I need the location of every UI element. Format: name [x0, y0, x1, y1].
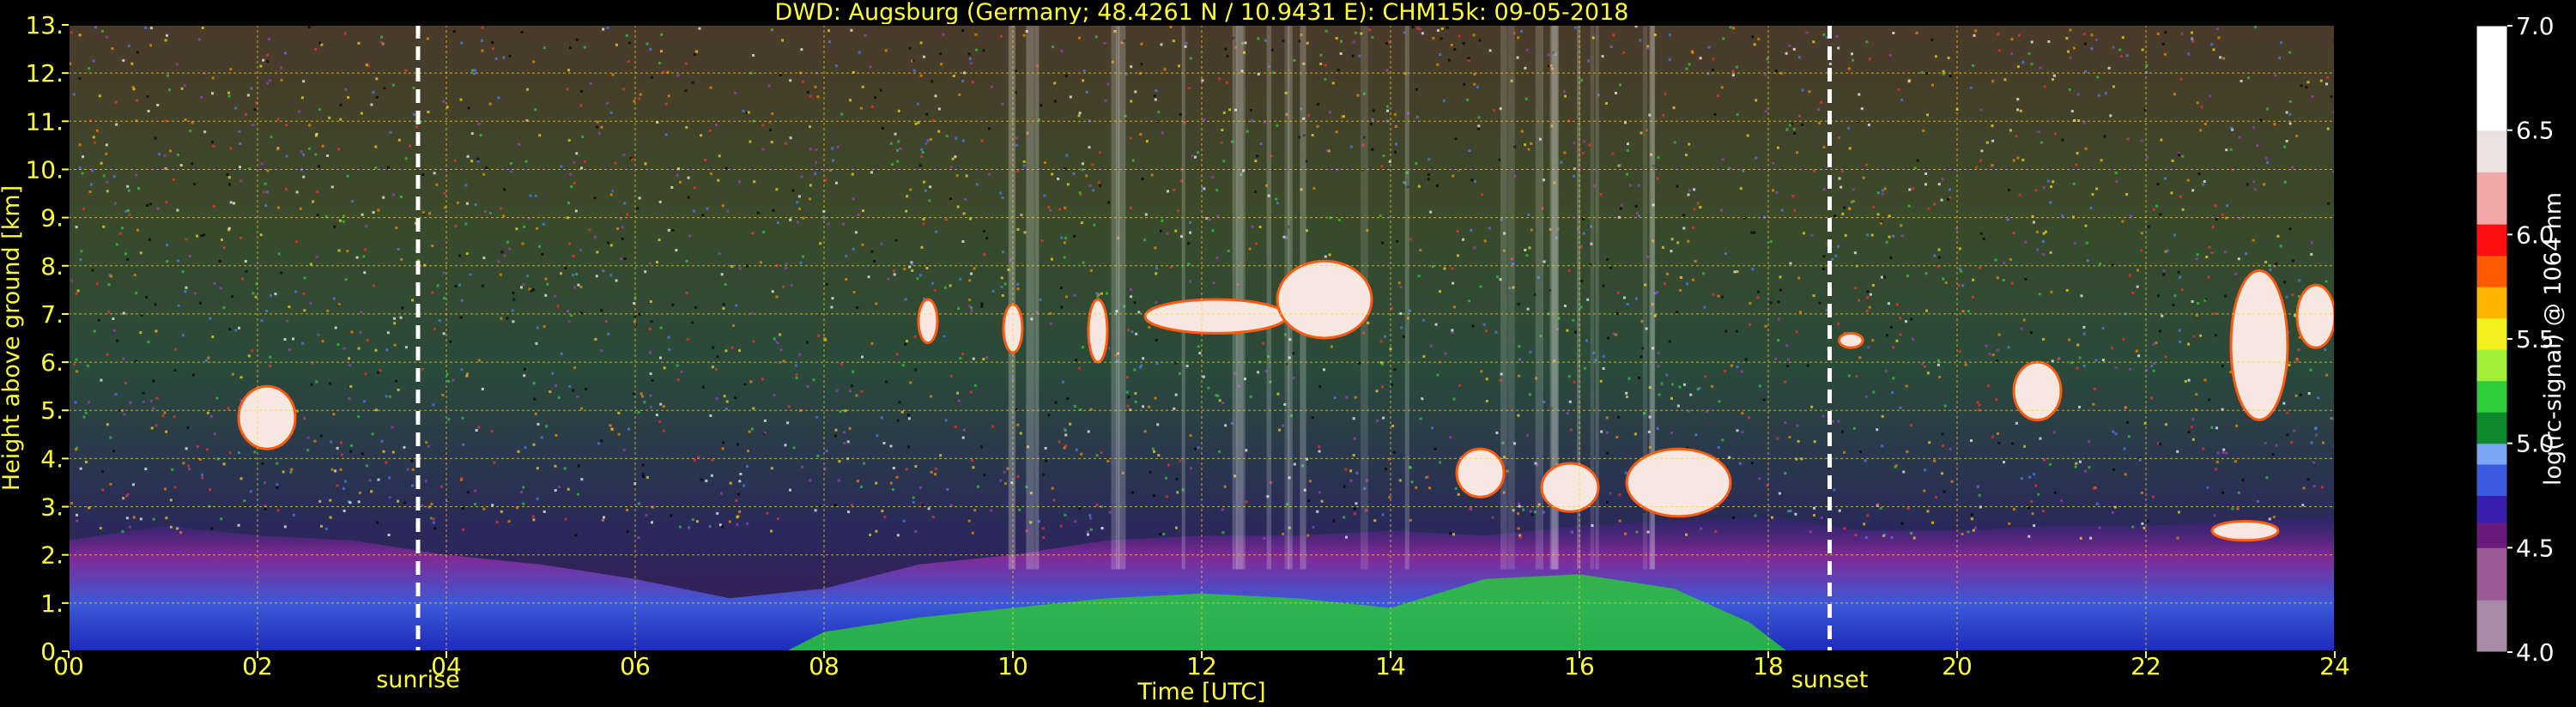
y-tick-label: 6. — [40, 348, 64, 377]
y-tick-label: 8. — [40, 252, 64, 281]
colorbar-segment — [2476, 26, 2507, 131]
colorbar-segment — [2476, 317, 2507, 350]
y-tick-label: 2. — [40, 541, 64, 570]
cloud-patch — [1276, 259, 1373, 340]
x-tick-label: 22 — [2131, 652, 2161, 680]
colorbar-segment — [2476, 464, 2507, 496]
colorbar-segment — [2476, 495, 2507, 523]
colorbar-tick-label: 4.5 — [2516, 534, 2555, 562]
colorbar-segment — [2476, 547, 2507, 601]
cloud-patch — [2295, 283, 2335, 349]
cloud-patch — [1087, 298, 1109, 364]
y-tick-label: 9. — [40, 204, 64, 233]
cloud-patch — [237, 384, 297, 450]
cloud-patch — [1625, 447, 1732, 518]
x-tick-label: 16 — [1564, 652, 1595, 680]
x-tick-label: 18 — [1753, 652, 1784, 680]
colorbar-tick-label: 4.0 — [2516, 638, 2555, 667]
cloud-patch — [1143, 298, 1288, 335]
x-tick-label: 14 — [1375, 652, 1406, 680]
x-tick-label: 04 — [431, 652, 462, 680]
x-axis-label: Time [UTC] — [1136, 679, 1265, 705]
y-tick-label: 1. — [40, 589, 64, 618]
y-tick-label: 10. — [25, 155, 64, 184]
x-tick-label: 10 — [997, 652, 1028, 680]
cloud-patch — [1540, 462, 1600, 513]
colorbar-segment — [2476, 443, 2507, 465]
colorbar-segment — [2476, 224, 2507, 257]
colorbar-segment — [2476, 130, 2507, 172]
cloud-patch — [917, 298, 939, 345]
y-tick-label: 0. — [40, 638, 64, 666]
y-tick-label: 4. — [40, 444, 64, 473]
x-tick-label: 02 — [242, 652, 273, 680]
colorbar-segment — [2476, 349, 2507, 382]
colorbar-segment — [2476, 255, 2507, 287]
colorbar-label: log(rc-signal) @ 1064 nm — [2540, 192, 2567, 486]
x-tick-label: 12 — [1186, 652, 1217, 680]
chart-title: DWD: Augsburg (Germany; 48.4261 N / 10.9… — [775, 0, 1629, 26]
y-tick-label: 5. — [40, 396, 64, 425]
colorbar-segment — [2476, 412, 2507, 444]
colorbar-tick-label: 6.5 — [2516, 117, 2555, 145]
y-tick-label: 11. — [25, 107, 64, 136]
ceilometer-chart: DWD: Augsburg (Germany; 48.4261 N / 10.9… — [0, 0, 2567, 705]
x-tick-label: 20 — [1942, 652, 1973, 680]
x-tick-label: 08 — [809, 652, 839, 680]
colorbar-segment — [2476, 380, 2507, 413]
x-tick-label: 24 — [2319, 652, 2350, 680]
plot-area — [69, 25, 2335, 651]
y-tick-label: 12. — [25, 59, 64, 88]
sunset-label: sunset — [1791, 667, 1869, 693]
colorbar-tick-label: 7.0 — [2516, 12, 2555, 40]
colorbar-segment — [2476, 600, 2507, 653]
colorbar-segment — [2476, 172, 2507, 225]
cloud-patch — [1838, 331, 1864, 349]
cloud-patch — [2012, 360, 2063, 421]
colorbar-segment — [2476, 287, 2507, 319]
y-axis-label: Height above ground [km] — [0, 185, 25, 491]
cloud-patch — [2210, 519, 2280, 542]
y-tick-label: 7. — [40, 300, 64, 329]
colorbar-segment — [2476, 523, 2507, 548]
cloud-patch — [2229, 269, 2289, 421]
y-tick-label: 13. — [25, 11, 64, 39]
x-tick-label: 06 — [620, 652, 651, 680]
y-tick-label: 3. — [40, 493, 64, 522]
cloud-patch — [1455, 447, 1506, 499]
y-axis: 0. 1. 2. 3. 4. 5. 6. 7. 8. 9. 10. 11. 12. 13. — [25, 11, 69, 666]
